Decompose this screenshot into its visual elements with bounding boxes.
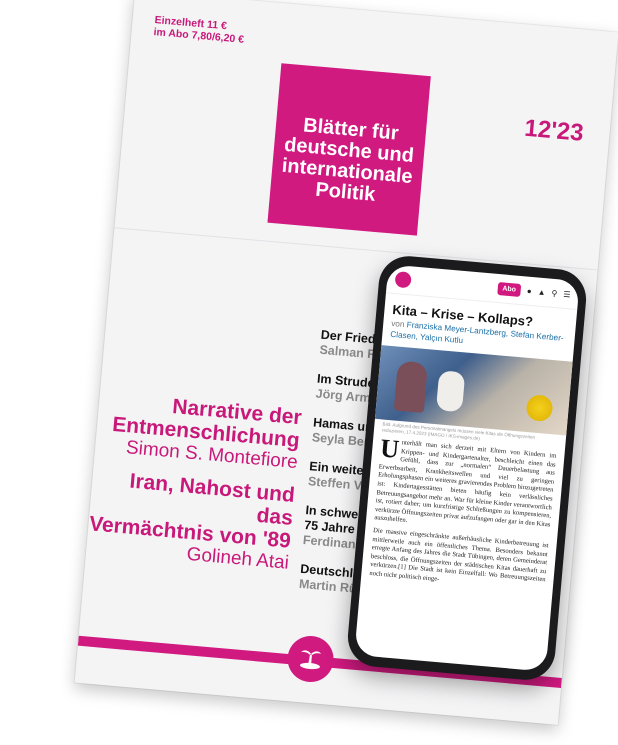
subscription-button[interactable]: Abo	[496, 281, 522, 297]
photo-flowers	[523, 391, 556, 425]
cart-icon[interactable]: ▲	[537, 287, 546, 297]
menu-icon[interactable]: ☰	[563, 289, 571, 299]
brand-logo-icon[interactable]	[394, 271, 412, 289]
issue-number: 12'23	[523, 114, 585, 147]
feature-article: Narrative der Entmenschlichung Simon S. …	[110, 390, 302, 474]
phone-screen: Abo ● ▲ ⚲ ☰ Kita – Krise – Kollaps? von …	[354, 264, 580, 672]
article-paragraph: nterhält man sich derzeit mit Eltern von…	[373, 439, 557, 529]
island-logo-icon	[285, 634, 336, 684]
search-icon[interactable]: ⚲	[551, 288, 558, 297]
article-body: U nterhält man sich derzeit mit Eltern v…	[361, 433, 565, 601]
user-icon[interactable]: ●	[527, 286, 533, 295]
photo-adult-figure	[435, 370, 466, 413]
magazine-title-logo: Blätter für deutsche und internationale …	[267, 63, 431, 236]
smartphone: Abo ● ▲ ⚲ ☰ Kita – Krise – Kollaps? von …	[345, 253, 589, 683]
drop-cap: U	[379, 433, 401, 464]
cover-divider	[114, 227, 598, 271]
price-info: Einzelheft 11 € im Abo 7,80/6,20 €	[153, 14, 245, 46]
byline-prefix: von	[390, 318, 405, 329]
feature-article: Iran, Nahost und das Vermächtnis von '89…	[86, 466, 295, 574]
photo-child-figure	[393, 360, 428, 414]
article-paragraph: Die massive eingeschränkte außerhäuslich…	[369, 527, 549, 584]
